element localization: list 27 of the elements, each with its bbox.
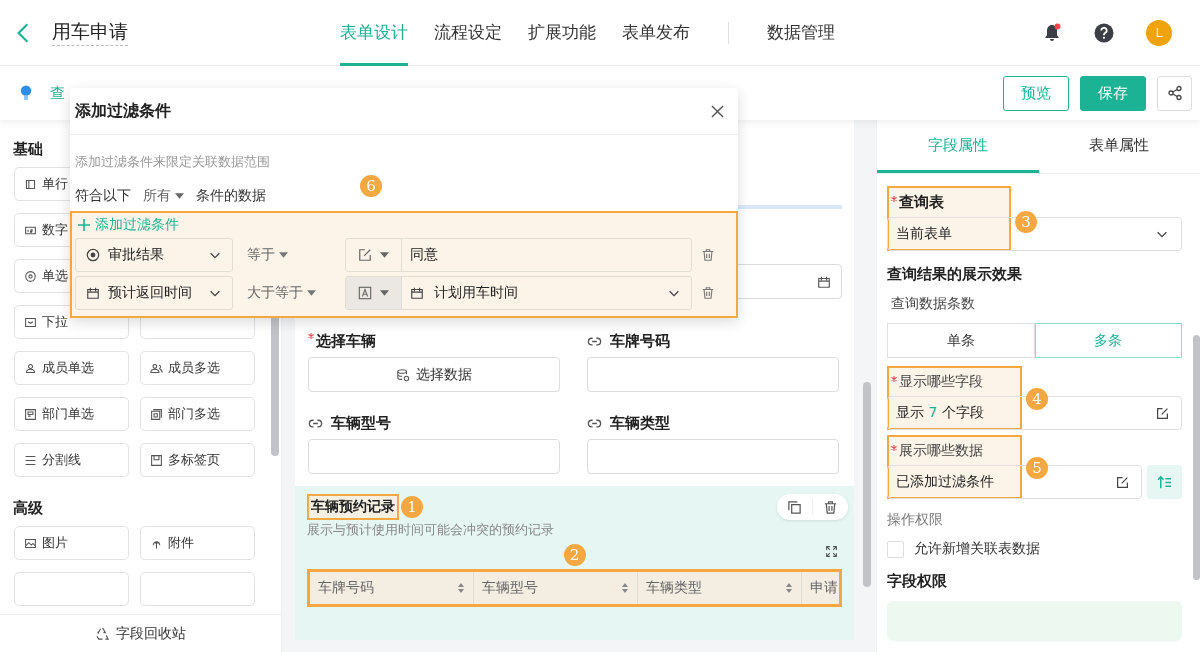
section-heading: 字段权限 [887,572,948,591]
field-label: 车辆类型 [610,413,670,433]
annotation-badge: 4 [1026,388,1048,410]
match-label: 条件的数据 [196,187,266,205]
field-label: 查询表 [899,193,944,212]
match-label: 符合以下 [75,187,131,205]
annotation-badge: 3 [1015,211,1037,233]
section-description: 展示与预计使用时间可能会冲突的预约记录 [307,522,555,539]
field-label: 选择车辆 [316,331,376,351]
annotation-badge: 5 [1026,457,1048,479]
field-label: 车牌号码 [610,331,670,351]
field-label: 显示哪些字段 [899,373,983,391]
group-title: 基础 [13,140,44,159]
checkbox-label: 允许新增关联表数据 [914,540,1040,558]
annotation-badge: 2 [563,544,586,566]
annotation-badge: 6 [360,175,382,197]
app-title: 用车申请 [52,19,128,46]
section-title: 车辆预约记录 [307,494,399,520]
field-label: 展示哪些数据 [899,442,983,460]
field-label: 查询数据条数 [890,294,976,313]
section-heading: 查询结果的展示效果 [887,265,1023,284]
dialog-hint: 添加过滤条件来限定关联数据范围 [74,153,271,171]
field-label: 车辆型号 [331,413,391,433]
dialog-title: 添加过滤条件 [75,100,171,122]
field-label: 操作权限 [887,510,944,529]
annotation-badge: 1 [401,496,423,518]
group-title: 高级 [13,499,44,518]
